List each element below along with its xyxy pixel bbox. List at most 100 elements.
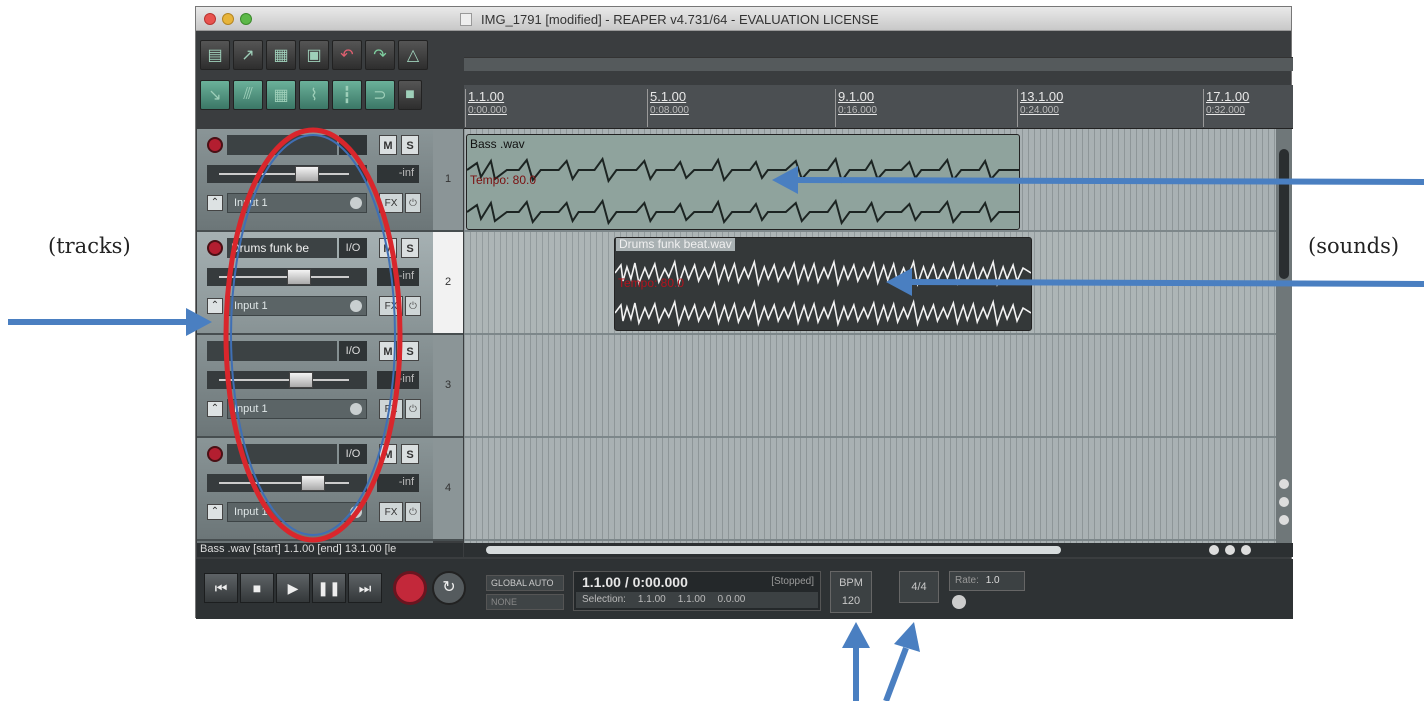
fx-button[interactable]: FX xyxy=(379,296,403,316)
vertical-scrollbar[interactable] xyxy=(1276,129,1292,543)
new-project-icon[interactable]: ▤ xyxy=(200,40,230,70)
track-name-field[interactable] xyxy=(227,444,337,464)
fader-knob[interactable] xyxy=(301,475,325,491)
ruler-bar-label: 1.1.00 xyxy=(468,89,505,104)
volume-fader[interactable] xyxy=(207,371,367,389)
volume-fader[interactable] xyxy=(207,165,367,183)
mute-button[interactable]: M xyxy=(379,341,397,361)
track-name-field[interactable] xyxy=(207,341,337,361)
solo-button[interactable]: S xyxy=(401,341,419,361)
media-item-bass[interactable]: Bass .wav Tempo: 80.0 xyxy=(466,134,1020,230)
open-project-icon[interactable]: ↗ xyxy=(233,40,263,70)
track-name-field[interactable]: Drums funk be xyxy=(227,238,337,258)
arrange-view[interactable]: Bass .wav Tempo: 80.0 Drums funk beat.wa… xyxy=(464,129,1276,543)
track-2[interactable]: Drums funk be I/O M S -inf ⌃ Input 1 FX … xyxy=(197,232,433,335)
fx-button[interactable]: FX xyxy=(379,193,403,213)
io-button[interactable]: I/O xyxy=(339,341,367,361)
fader-knob[interactable] xyxy=(295,166,319,182)
mute-button[interactable]: M xyxy=(379,238,397,258)
fx-bypass-button[interactable]: ⏻ xyxy=(405,399,421,419)
redo-icon[interactable]: ↷ xyxy=(365,40,395,70)
minimize-window-button[interactable] xyxy=(222,13,234,25)
zoom-window-button[interactable] xyxy=(240,13,252,25)
mute-button[interactable]: M xyxy=(379,444,397,464)
play-icon[interactable]: ▶ xyxy=(276,573,310,603)
global-automation[interactable]: GLOBAL AUTO NONE xyxy=(486,575,564,610)
zoom-fit-horizontal-icon[interactable] xyxy=(1241,545,1251,555)
repeat-icon[interactable]: ↻ xyxy=(432,571,466,605)
solo-button[interactable]: S xyxy=(401,444,419,464)
fx-button[interactable]: FX xyxy=(379,502,403,522)
record-arm-button[interactable] xyxy=(207,446,223,462)
track-1[interactable]: M S -inf ⌃ Input 1 FX ⏻ xyxy=(197,129,433,232)
sounds-annotation: (sounds) xyxy=(1308,234,1400,258)
io-button[interactable]: I/O xyxy=(339,444,367,464)
input-select[interactable]: Input 1 xyxy=(227,193,367,213)
fx-button[interactable]: FX xyxy=(379,399,403,419)
selection-start[interactable]: 1.1.00 xyxy=(638,594,666,606)
horizontal-scrollbar[interactable] xyxy=(464,543,1293,557)
track-name-field[interactable] xyxy=(227,135,337,155)
io-button[interactable]: I/O xyxy=(339,238,367,258)
volume-fader[interactable] xyxy=(207,474,367,492)
zoom-in-horizontal-icon[interactable] xyxy=(1225,545,1235,555)
zoom-reset-icon[interactable] xyxy=(1279,515,1289,525)
timeline-ruler[interactable]: 1.1.00 0:00.000 5.1.00 0:08.000 9.1.00 0:16… xyxy=(464,85,1293,129)
zoom-in-icon[interactable] xyxy=(1279,479,1289,489)
envelope-icon[interactable]: ⌃ xyxy=(207,401,223,417)
input-select[interactable]: Input 1 xyxy=(227,399,367,419)
fx-bypass-button[interactable]: ⏻ xyxy=(405,193,421,213)
fader-knob[interactable] xyxy=(289,372,313,388)
item-name: Bass .wav xyxy=(470,137,525,151)
input-select[interactable]: Input 1 xyxy=(227,502,367,522)
track-4[interactable]: I/O M S -inf ⌃ Input 1 FX ⏻ xyxy=(197,438,433,541)
fx-bypass-button[interactable]: ⏻ xyxy=(405,502,421,522)
envelope-lock-icon[interactable]: ⌇ xyxy=(299,80,329,110)
volume-fader[interactable] xyxy=(207,268,367,286)
track-3[interactable]: I/O M S -inf ⌃ Input 1 FX ⏻ xyxy=(197,335,433,438)
zoom-out-horizontal-icon[interactable] xyxy=(1209,545,1219,555)
position-display[interactable]: 1.1.00 / 0:00.000 [Stopped] Selection: 1… xyxy=(573,571,821,611)
record-icon[interactable] xyxy=(393,571,427,605)
zoom-out-icon[interactable] xyxy=(1279,497,1289,507)
global-auto-mode[interactable]: NONE xyxy=(486,594,564,610)
loop-icon[interactable]: ⊃ xyxy=(365,80,395,110)
lock-icon[interactable]: ■ xyxy=(398,80,422,110)
input-select[interactable]: Input 1 xyxy=(227,296,367,316)
envelope-icon[interactable]: ⌃ xyxy=(207,298,223,314)
mute-button[interactable]: M xyxy=(379,135,397,155)
undo-icon[interactable]: ↶ xyxy=(332,40,362,70)
envelope-icon[interactable]: ⌃ xyxy=(207,504,223,520)
project-settings-icon[interactable]: ▣ xyxy=(299,40,329,70)
metronome-icon[interactable]: △ xyxy=(398,40,428,70)
selection-length[interactable]: 0.0.00 xyxy=(718,594,746,606)
time-signature-control[interactable]: 4/4 xyxy=(899,571,939,603)
record-arm-button[interactable] xyxy=(207,240,223,256)
record-arm-button[interactable] xyxy=(207,137,223,153)
save-project-icon[interactable]: ▦ xyxy=(266,40,296,70)
ripple-edit-icon[interactable]: ⫻ xyxy=(233,80,263,110)
ruler-mark: 1.1.00 0:00.000 xyxy=(465,89,507,127)
go-to-end-icon[interactable]: ⏭ xyxy=(348,573,382,603)
grid-icon[interactable]: ▦ xyxy=(266,80,296,110)
scrollbar-thumb[interactable] xyxy=(486,546,1061,554)
solo-button[interactable]: S xyxy=(401,238,419,258)
envelope-icon[interactable]: ⌃ xyxy=(207,195,223,211)
io-button[interactable] xyxy=(339,135,367,155)
playrate-control[interactable]: Rate: 1.0 xyxy=(949,571,1025,591)
solo-button[interactable]: S xyxy=(401,135,419,155)
media-item-drums[interactable]: Drums funk beat.wav Tempo: 80.0 xyxy=(614,237,1032,331)
fx-bypass-button[interactable]: ⏻ xyxy=(405,296,421,316)
close-window-button[interactable] xyxy=(204,13,216,25)
selection-end[interactable]: 1.1.00 xyxy=(678,594,706,606)
playrate-knob[interactable] xyxy=(952,595,966,609)
stop-icon[interactable]: ■ xyxy=(240,573,274,603)
volume-readout: -inf xyxy=(377,165,419,183)
scrollbar-thumb[interactable] xyxy=(1279,149,1289,279)
bpm-control[interactable]: BPM 120 xyxy=(830,571,872,613)
go-to-start-icon[interactable]: ⏮ xyxy=(204,573,238,603)
fader-knob[interactable] xyxy=(287,269,311,285)
snap-icon[interactable]: ↘ xyxy=(200,80,230,110)
item-grouping-icon[interactable]: ┇ xyxy=(332,80,362,110)
pause-icon[interactable]: ❚❚ xyxy=(312,573,346,603)
